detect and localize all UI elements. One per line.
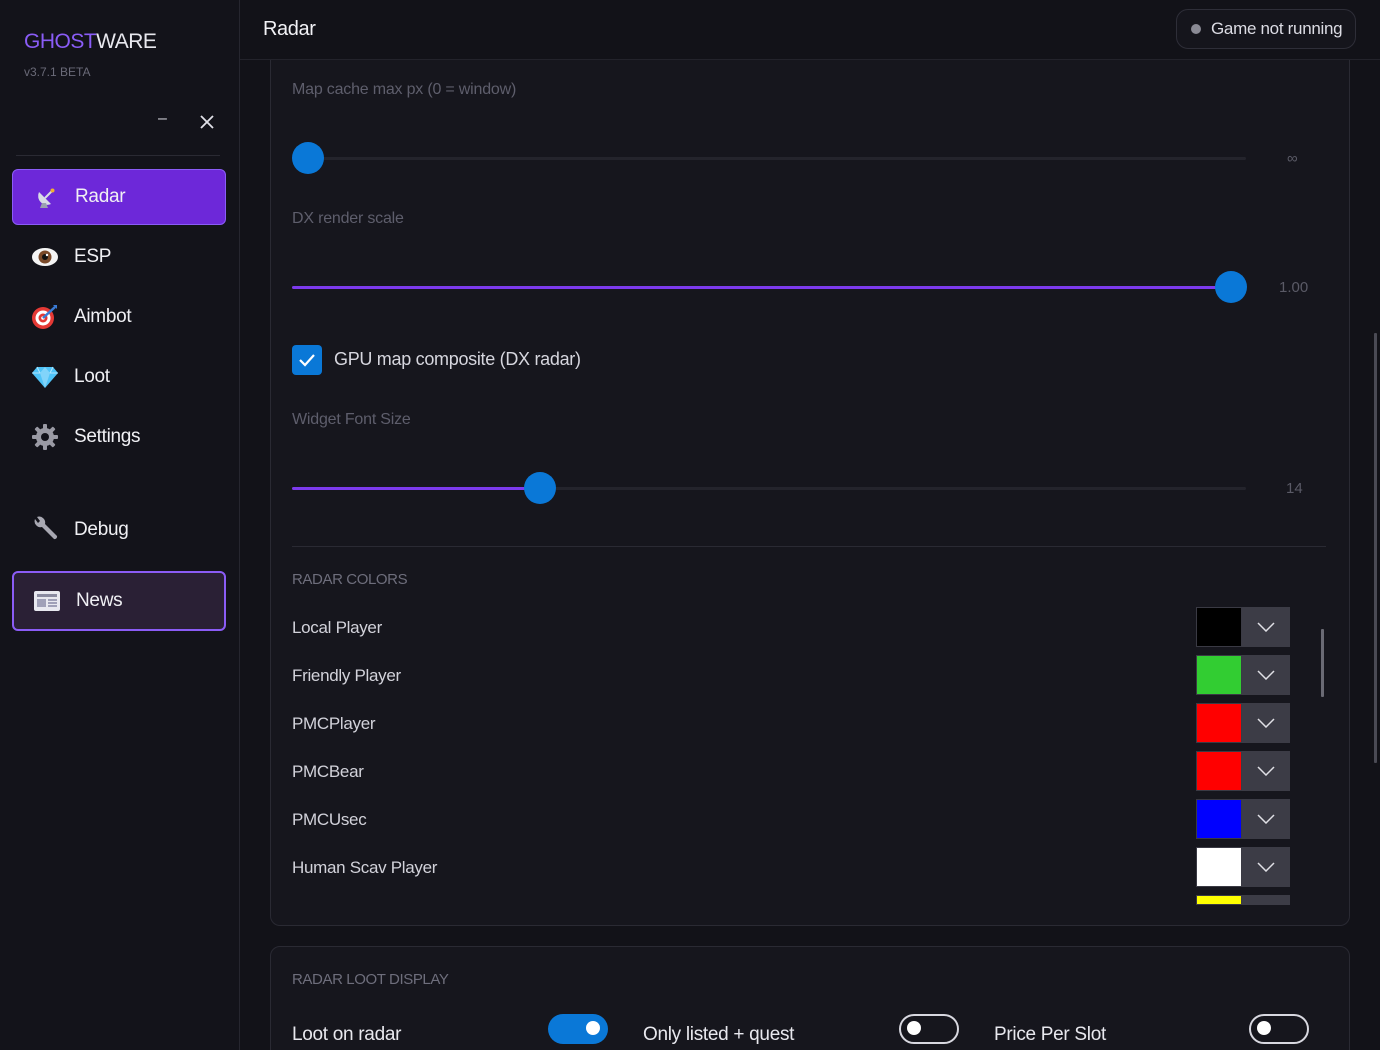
color-swatch <box>1196 655 1242 695</box>
slider-thumb[interactable] <box>292 142 324 174</box>
brand-ghost: GHOST <box>24 30 97 53</box>
newspaper-icon <box>32 586 62 616</box>
color-swatch <box>1196 895 1242 905</box>
page-header: Radar Game not running <box>240 0 1380 60</box>
color-picker-pmcusec[interactable] <box>1196 799 1290 839</box>
section-divider <box>292 546 1326 547</box>
color-row-label: Human Scav Player <box>292 858 438 877</box>
color-swatch <box>1196 751 1242 791</box>
color-row-label: PMCUsec <box>292 810 367 829</box>
sidebar-item-debug[interactable]: Debug <box>12 502 226 558</box>
status-dot-icon <box>1191 24 1201 34</box>
close-button[interactable] <box>198 113 216 131</box>
brand-ware: WARE <box>96 30 157 53</box>
page-scrollbar[interactable] <box>1374 333 1377 763</box>
radar-loot-title: RADAR LOOT DISPLAY <box>292 971 449 988</box>
chevron-down-icon[interactable] <box>1242 751 1290 791</box>
gpu-composite-checkbox[interactable] <box>292 345 322 375</box>
sidebar-item-label: ESP <box>74 246 112 267</box>
sidebar-divider <box>16 155 220 156</box>
diamond-icon <box>30 362 60 392</box>
color-picker-pmcbear[interactable] <box>1196 751 1290 791</box>
sidebar-item-label: Loot <box>74 366 110 387</box>
sidebar: GHOSTWARE v3.7.1 BETA – Radar ESP Aimbot… <box>0 0 240 1050</box>
slider-thumb[interactable] <box>1215 271 1247 303</box>
color-row-label: Local Player <box>292 618 382 637</box>
app-version: v3.7.1 BETA <box>24 65 91 79</box>
map-cache-slider[interactable] <box>292 142 1246 174</box>
gpu-composite-label: GPU map composite (DX radar) <box>334 349 581 369</box>
color-row-label: PMCPlayer <box>292 714 376 733</box>
chevron-down-icon[interactable] <box>1242 799 1290 839</box>
color-swatch <box>1196 703 1242 743</box>
minimize-button[interactable]: – <box>158 110 174 130</box>
loot-on-radar-label: Loot on radar <box>292 1024 402 1045</box>
sidebar-item-loot[interactable]: Loot <box>12 349 226 405</box>
radar-colors-title: RADAR COLORS <box>292 571 408 588</box>
color-swatch <box>1196 799 1242 839</box>
sidebar-item-news[interactable]: News <box>12 571 226 631</box>
widget-font-size-slider[interactable] <box>292 472 1246 504</box>
map-cache-value: ∞ <box>1287 150 1298 167</box>
eye-icon <box>30 242 60 272</box>
checkmark-icon <box>299 354 315 367</box>
color-row-label: PMCBear <box>292 762 364 781</box>
gear-icon <box>30 422 60 452</box>
close-icon <box>200 115 214 129</box>
dx-render-scale-label: DX render scale <box>292 210 404 227</box>
sidebar-item-label: Settings <box>74 426 141 447</box>
toggle-knob <box>1257 1021 1271 1035</box>
color-picker-friendly-player[interactable] <box>1196 655 1290 695</box>
toggle-knob <box>907 1021 921 1035</box>
loot-on-radar-toggle[interactable] <box>548 1014 608 1044</box>
toggle-knob <box>586 1021 600 1035</box>
color-picker-pmcplayer[interactable] <box>1196 703 1290 743</box>
inner-scrollbar[interactable] <box>1321 629 1324 697</box>
sidebar-item-label: Radar <box>75 186 126 207</box>
slider-fill <box>292 286 1231 289</box>
chevron-down-icon[interactable] <box>1242 703 1290 743</box>
dx-render-scale-slider[interactable] <box>292 271 1247 303</box>
target-icon <box>30 302 60 332</box>
map-cache-label: Map cache max px (0 = window) <box>292 81 517 98</box>
status-text: Game not running <box>1211 19 1343 38</box>
color-picker-local-player[interactable] <box>1196 607 1290 647</box>
radar-settings-panel <box>270 40 1350 926</box>
radar-loot-panel <box>270 946 1350 1050</box>
widget-font-size-label: Widget Font Size <box>292 411 411 428</box>
sidebar-item-radar[interactable]: Radar <box>12 169 226 225</box>
chevron-down-icon[interactable] <box>1242 847 1290 887</box>
game-status-badge: Game not running <box>1176 9 1356 49</box>
price-per-slot-label: Price Per Slot <box>994 1024 1106 1045</box>
dx-render-scale-value: 1.00 <box>1279 279 1309 296</box>
wrench-icon <box>30 515 60 545</box>
sidebar-item-esp[interactable]: ESP <box>12 229 226 285</box>
radar-dish-icon <box>31 182 61 212</box>
page-title: Radar <box>263 18 316 40</box>
sidebar-item-settings[interactable]: Settings <box>12 409 226 465</box>
slider-fill <box>292 487 541 490</box>
color-swatch <box>1196 847 1242 887</box>
sidebar-item-label: News <box>76 590 123 611</box>
dropdown-button[interactable] <box>1242 895 1290 905</box>
color-row-label: Friendly Player <box>292 666 401 685</box>
only-listed-quest-label: Only listed + quest <box>643 1024 795 1045</box>
chevron-down-icon[interactable] <box>1242 607 1290 647</box>
sidebar-item-aimbot[interactable]: Aimbot <box>12 289 226 345</box>
color-picker-human-scav-player[interactable] <box>1196 847 1290 887</box>
sidebar-item-label: Debug <box>74 519 129 540</box>
widget-font-size-value: 14 <box>1286 480 1303 497</box>
price-per-slot-toggle[interactable] <box>1249 1014 1309 1044</box>
app-logo: GHOSTWARE <box>24 30 157 54</box>
chevron-down-icon[interactable] <box>1242 655 1290 695</box>
only-listed-quest-toggle[interactable] <box>899 1014 959 1044</box>
slider-thumb[interactable] <box>524 472 557 504</box>
color-picker-partial[interactable] <box>1196 895 1290 905</box>
sidebar-item-label: Aimbot <box>74 306 132 327</box>
color-swatch <box>1196 607 1242 647</box>
